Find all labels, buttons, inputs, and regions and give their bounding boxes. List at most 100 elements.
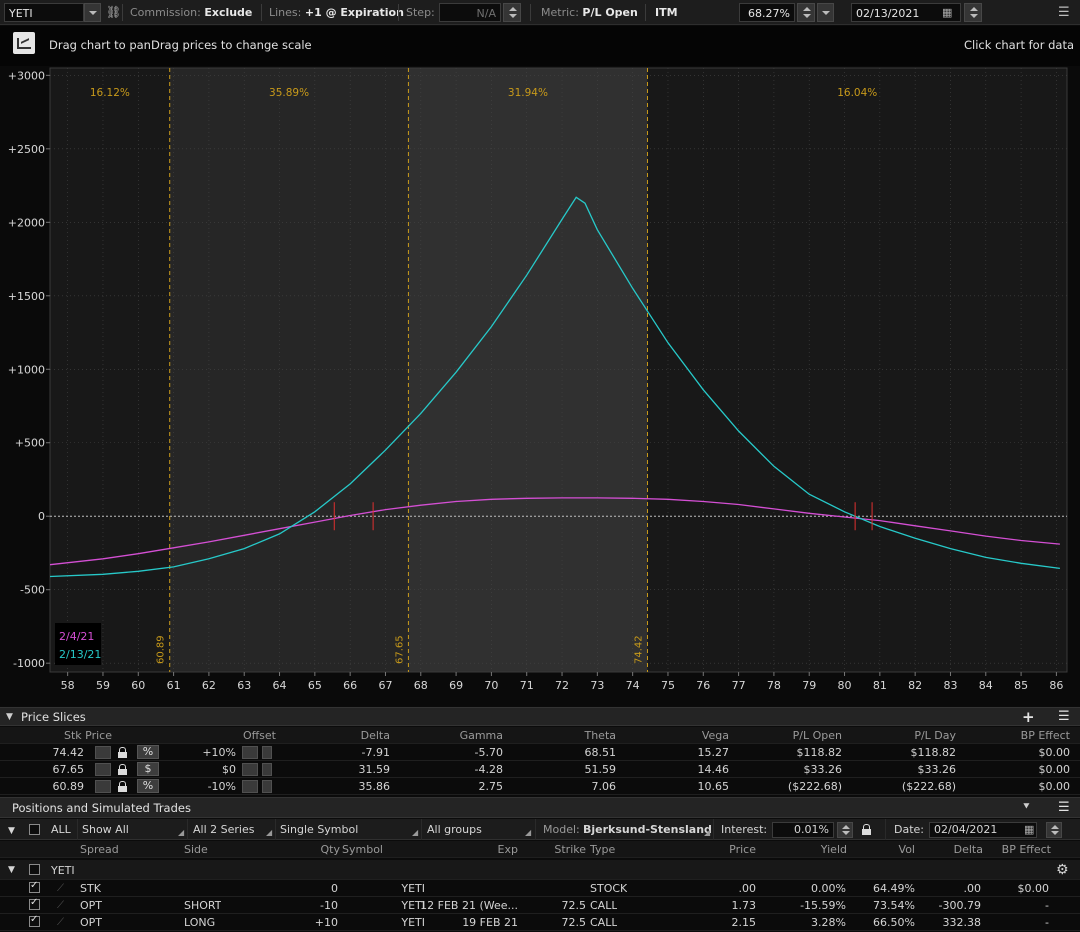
symbol-selector[interactable]: YETI xyxy=(4,3,84,22)
gear-icon[interactable]: ⚙ xyxy=(1056,861,1069,879)
dropdown-corner-icon[interactable]: ◢ xyxy=(266,825,272,840)
position-row[interactable]: ⟋ OPT SHORT -10 YETI 12 FEB 21 (Wee... 7… xyxy=(0,897,1080,914)
offset-spinner[interactable] xyxy=(242,780,258,793)
groups-filter[interactable]: All groups xyxy=(427,822,482,837)
position-qty[interactable]: +10 xyxy=(270,915,338,930)
col-header: Strike xyxy=(554,843,586,856)
select-all-checkbox[interactable] xyxy=(29,824,40,835)
slices-menu-icon[interactable]: ☰ xyxy=(1058,709,1070,724)
click-chart-hint: Click chart for data xyxy=(964,38,1074,52)
position-row[interactable]: ⟋ STK 0 YETI STOCK .00 0.00% 64.49% .00 … xyxy=(0,880,1080,897)
itm-probability-input[interactable]: 68.27% xyxy=(739,3,795,22)
interest-input[interactable]: 0.01% xyxy=(772,822,834,838)
slice-price-spinner[interactable] xyxy=(95,746,111,759)
lock-icon[interactable] xyxy=(118,747,127,758)
menu-icon[interactable]: ☰ xyxy=(1058,3,1070,22)
show-filter[interactable]: Show All xyxy=(82,822,129,837)
offset-dropdown[interactable] xyxy=(262,763,272,776)
date-spinner[interactable] xyxy=(964,3,982,22)
commission-control[interactable]: Commission: Exclude xyxy=(130,3,252,22)
calendar-icon[interactable]: ▦ xyxy=(1024,822,1034,837)
offset-dropdown[interactable] xyxy=(262,746,272,759)
position-vol[interactable]: 66.50% xyxy=(860,915,915,930)
group-row-yeti[interactable]: ▼ YETI ⚙ xyxy=(0,860,1080,880)
positions-filter-bar: ▼ ALL Show All ◢ All 2 Series ◢ Single S… xyxy=(0,819,1080,840)
dropdown-corner-icon[interactable]: ◢ xyxy=(525,825,531,840)
calendar-icon[interactable]: ▦ xyxy=(942,3,952,22)
dropdown-corner-icon[interactable]: ◢ xyxy=(704,825,710,840)
offset-dropdown[interactable] xyxy=(262,780,272,793)
positions-date-input[interactable]: 02/04/2021 xyxy=(929,822,1037,838)
interest-spinner[interactable] xyxy=(837,822,853,838)
collapse-chevron-icon[interactable]: ▼ xyxy=(6,712,13,722)
offset-spinner[interactable] xyxy=(242,746,258,759)
positions-header[interactable]: Positions and Simulated Trades ⯆ ☰ xyxy=(0,797,1080,818)
position-vol[interactable]: 73.54% xyxy=(860,898,915,913)
itm-spinner[interactable] xyxy=(797,3,815,22)
symbol-dropdown-button[interactable] xyxy=(84,3,101,22)
position-row[interactable]: ⟋ OPT LONG +10 YETI 19 FEB 21 72.5 CALL … xyxy=(0,914,1080,931)
slice-pl-open: $33.26 xyxy=(803,763,843,776)
link-icon[interactable]: ⛓ xyxy=(106,3,121,22)
position-price[interactable]: .00 xyxy=(690,881,757,896)
slice-price-spinner[interactable] xyxy=(95,780,111,793)
lines-control[interactable]: Lines: +1 @ Expiration xyxy=(269,3,404,22)
position-price[interactable]: 2.15 xyxy=(690,915,757,930)
slice-bp-effect: $0.00 xyxy=(1038,780,1071,793)
dropdown-corner-icon[interactable]: ◢ xyxy=(412,825,418,840)
price-slice-label: 60.89 xyxy=(156,635,167,664)
offset-type-badge[interactable]: % xyxy=(137,779,159,793)
x-tick-label: 77 xyxy=(732,679,746,692)
commission-value: Exclude xyxy=(204,6,253,19)
price-slice-row[interactable]: 60.89 % -10% 35.86 2.75 7.06 10.65 ($222… xyxy=(0,778,1080,795)
lock-icon[interactable] xyxy=(118,781,127,792)
position-checkbox[interactable] xyxy=(29,880,40,893)
slice-price[interactable]: 74.42 xyxy=(24,745,85,760)
positions-menu-icon[interactable]: ☰ xyxy=(1058,800,1070,815)
y-tick-label: -1000 xyxy=(13,657,45,670)
offset-type-badge[interactable]: % xyxy=(137,745,159,759)
position-qty[interactable]: 0 xyxy=(270,881,338,896)
separator xyxy=(398,4,399,21)
col-header: BP Effect xyxy=(1020,729,1070,742)
slice-price[interactable]: 60.89 xyxy=(24,779,85,794)
slice-theta: 68.51 xyxy=(584,746,617,759)
group-checkbox[interactable] xyxy=(29,864,40,875)
analyze-toolbar: YETI ⛓ Commission: Exclude Lines: +1 @ E… xyxy=(0,0,1080,25)
offset-type-badge[interactable]: $ xyxy=(137,762,159,776)
col-header: Gamma xyxy=(459,729,503,742)
series-filter[interactable]: All 2 Series xyxy=(193,822,254,837)
price-slice-row[interactable]: 67.65 $ $0 31.59 -4.28 51.59 14.46 $33.2… xyxy=(0,761,1080,778)
add-slice-button[interactable]: + xyxy=(1022,708,1035,726)
chart-mode-icon[interactable] xyxy=(13,32,35,54)
position-spread: OPT xyxy=(80,899,103,912)
position-qty[interactable]: -10 xyxy=(270,898,338,913)
step-input[interactable]: N/A xyxy=(439,3,501,22)
model-value[interactable]: Bjerksund-Stensland xyxy=(583,822,712,837)
slice-bp-effect: $0.00 xyxy=(1038,746,1071,759)
risk-profile-chart[interactable]: 58 59 60 61 62 63 64 65 66 67 68 69 70 71 72 73 74 75 76 77… xyxy=(0,66,1080,706)
lock-icon[interactable] xyxy=(862,824,871,835)
col-header: Vega xyxy=(701,729,729,742)
dropdown-corner-icon[interactable]: ◢ xyxy=(178,825,184,840)
expand-chevron-icon[interactable]: ▼ xyxy=(8,824,15,839)
offset-spinner[interactable] xyxy=(242,763,258,776)
lock-icon[interactable] xyxy=(118,764,127,775)
price-slice-row[interactable]: 74.42 % +10% -7.91 -5.70 68.51 15.27 $11… xyxy=(0,744,1080,761)
position-checkbox[interactable] xyxy=(29,897,40,910)
position-checkbox[interactable] xyxy=(29,914,40,927)
collapse-down-icon[interactable]: ⯆ xyxy=(1022,800,1031,814)
position-price[interactable]: 1.73 xyxy=(690,898,757,913)
position-vol[interactable]: 64.49% xyxy=(860,881,915,896)
legend-entry: 2/4/21 xyxy=(59,630,94,643)
date-spinner[interactable] xyxy=(1046,822,1062,838)
step-spinner[interactable] xyxy=(503,3,521,22)
slice-price[interactable]: 67.65 xyxy=(24,762,85,777)
metric-control[interactable]: Metric: P/L Open xyxy=(541,3,638,22)
col-header: Delta xyxy=(953,843,983,856)
symbol-mode-filter[interactable]: Single Symbol xyxy=(280,822,358,837)
slice-price-spinner[interactable] xyxy=(95,763,111,776)
price-slices-header[interactable]: ▼ Price Slices + ☰ xyxy=(0,707,1080,726)
expand-chevron-icon[interactable]: ▼ xyxy=(8,863,15,878)
itm-dropdown-button[interactable] xyxy=(817,3,834,22)
